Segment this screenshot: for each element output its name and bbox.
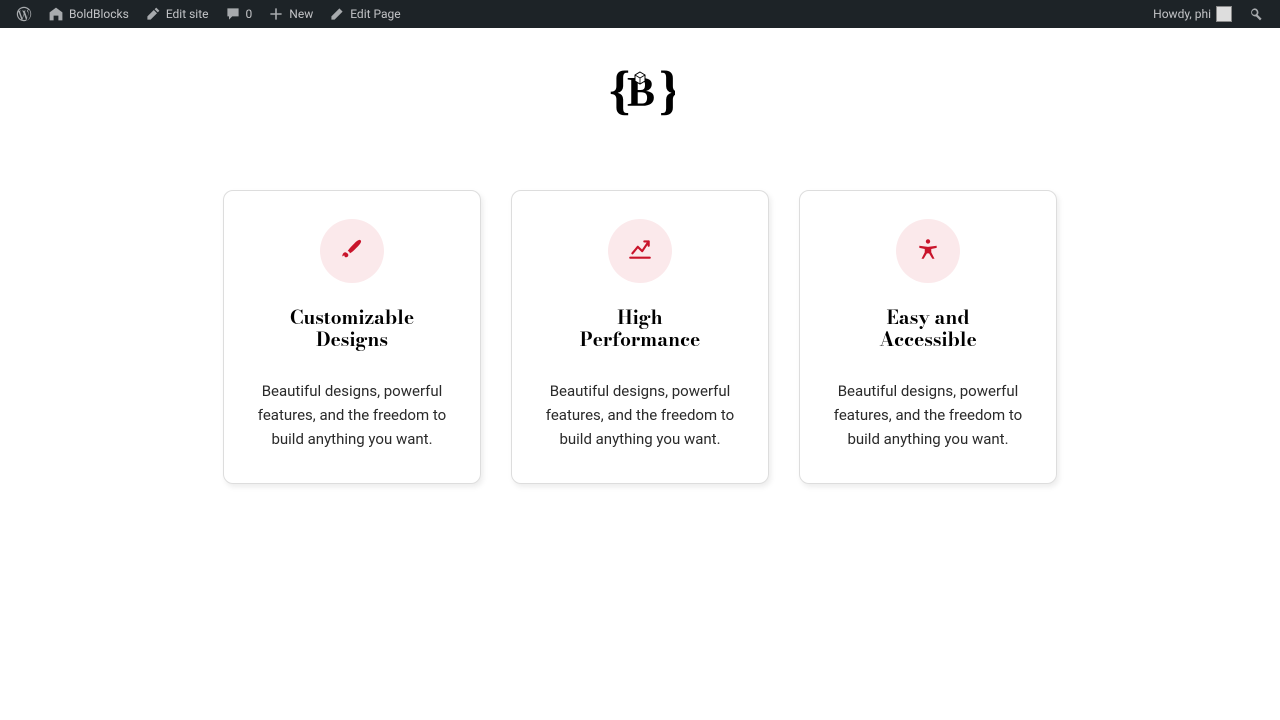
card-body: Beautiful designs, powerful features, an… <box>244 379 460 451</box>
brush-icon <box>339 236 365 266</box>
card-customizable-designs: Customizable Designs Beautiful designs, … <box>223 190 481 484</box>
card-title: Customizable Designs <box>244 307 460 351</box>
card-high-performance: High Performance Beautiful designs, powe… <box>511 190 769 484</box>
card-easy-accessible: Easy and Accessible Beautiful designs, p… <box>799 190 1057 484</box>
site-name-link[interactable]: BoldBlocks <box>40 0 137 28</box>
admin-bar-left: BoldBlocks Edit site 0 New Edit Page <box>8 0 409 28</box>
title-line2: Accessible <box>879 325 977 354</box>
chart-line-icon <box>627 236 653 266</box>
pencil-icon <box>329 6 345 22</box>
admin-bar-right: Howdy, phi <box>1145 0 1272 28</box>
search-icon <box>1248 6 1264 22</box>
edit-site-text: Edit site <box>166 7 209 21</box>
new-text: New <box>289 7 313 21</box>
feature-cards: Customizable Designs Beautiful designs, … <box>0 190 1280 484</box>
card-icon-circle <box>320 219 384 283</box>
card-body: Beautiful designs, powerful features, an… <box>532 379 748 451</box>
edit-page-text: Edit Page <box>350 7 400 21</box>
title-line2: Performance <box>580 325 701 354</box>
wordpress-icon <box>16 6 32 22</box>
site-name-text: BoldBlocks <box>69 7 129 21</box>
card-icon-circle <box>896 219 960 283</box>
edit-site-icon <box>145 6 161 22</box>
card-body: Beautiful designs, powerful features, an… <box>820 379 1036 451</box>
svg-text:}: } <box>659 60 675 120</box>
search-toggle[interactable] <box>1240 0 1272 28</box>
avatar <box>1216 6 1232 22</box>
card-title: High Performance <box>532 307 748 351</box>
card-icon-circle <box>608 219 672 283</box>
plus-icon <box>268 6 284 22</box>
accessibility-icon <box>915 236 941 266</box>
site-logo-area: { } B <box>0 28 1280 190</box>
user-menu[interactable]: Howdy, phi <box>1145 0 1240 28</box>
home-icon <box>48 6 64 22</box>
greeting-text: Howdy, phi <box>1153 7 1211 21</box>
wp-admin-bar: BoldBlocks Edit site 0 New Edit Page <box>0 0 1280 28</box>
edit-site-link[interactable]: Edit site <box>137 0 217 28</box>
comments-icon <box>225 6 241 22</box>
edit-page-link[interactable]: Edit Page <box>321 0 408 28</box>
comments-link[interactable]: 0 <box>217 0 261 28</box>
title-line2: Designs <box>316 325 388 354</box>
wp-logo-menu[interactable] <box>8 0 40 28</box>
comments-count: 0 <box>246 7 253 21</box>
new-content-link[interactable]: New <box>260 0 321 28</box>
card-title: Easy and Accessible <box>820 307 1036 351</box>
boldblocks-logo: { } B <box>605 111 675 130</box>
